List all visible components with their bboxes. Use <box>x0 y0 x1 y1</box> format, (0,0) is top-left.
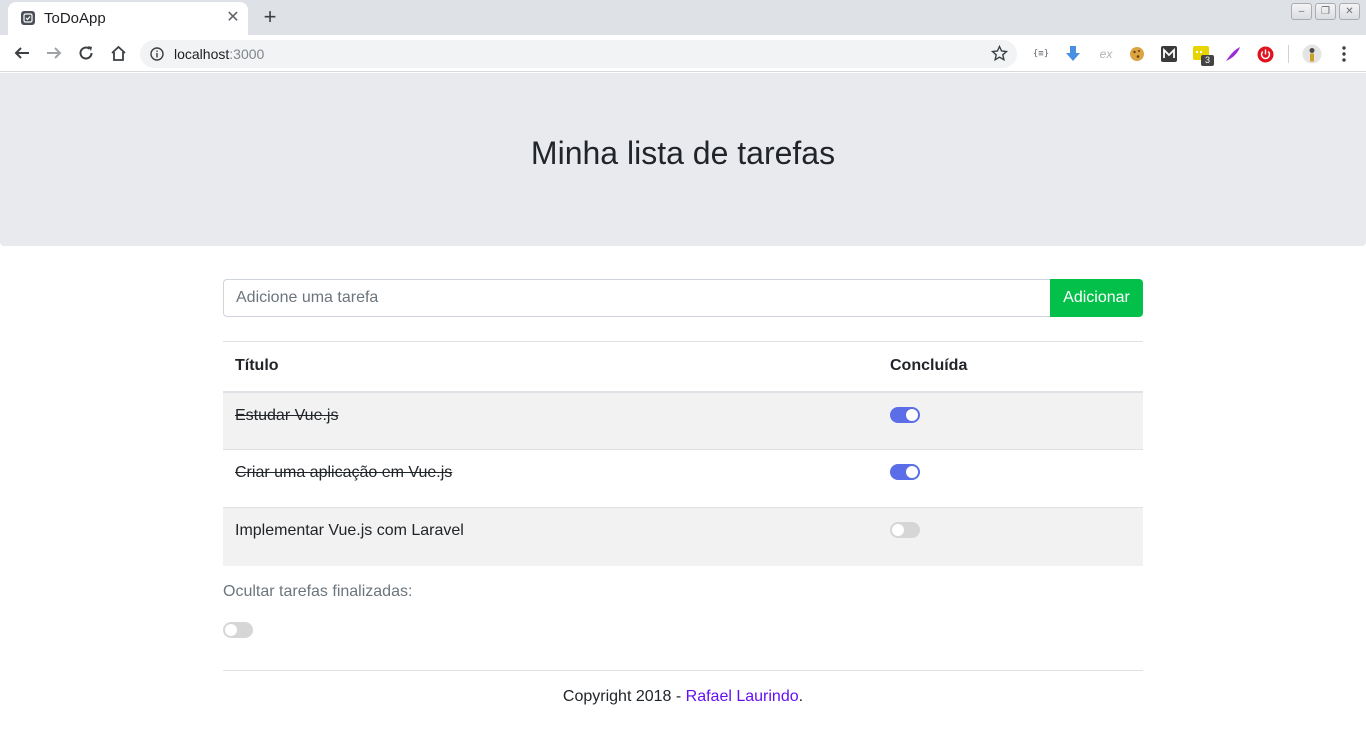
feather-extension-icon[interactable] <box>1223 44 1243 64</box>
toggle-knob <box>225 624 237 636</box>
hide-finished-label: Ocultar tarefas finalizadas: <box>223 583 413 600</box>
column-header-title: Título <box>223 341 878 393</box>
add-task-form: Adicionar <box>223 279 1143 317</box>
table-header-row: Título Concluída <box>223 341 1143 393</box>
task-table: Título Concluída Estudar Vue.js Criar um… <box>223 341 1143 566</box>
task-done-toggle[interactable] <box>890 522 920 538</box>
browser-tabstrip: ToDoApp ✕ + – ❐ ✕ <box>0 0 1366 35</box>
footer-divider <box>223 670 1143 671</box>
window-controls: – ❐ ✕ <box>1291 3 1360 20</box>
menu-kebab-icon[interactable] <box>1334 44 1354 64</box>
toggle-knob <box>892 524 904 536</box>
address-bar[interactable]: localhost:3000 <box>140 40 1017 68</box>
page-title: Minha lista de tarefas <box>530 135 836 171</box>
json-extension-icon[interactable]: {≡} <box>1031 44 1051 64</box>
bookmark-star-icon[interactable] <box>990 44 1009 67</box>
footer: Copyright 2018 - Rafael Laurindo. <box>223 688 1143 706</box>
browser-tab[interactable]: ToDoApp ✕ <box>8 2 248 35</box>
task-title: Criar uma aplicação em Vue.js <box>235 464 453 481</box>
jumbotron-header: Minha lista de tarefas <box>0 73 1366 246</box>
forward-arrow-icon[interactable] <box>40 39 68 67</box>
notes-extension-icon[interactable]: 3 <box>1191 44 1214 66</box>
task-done-toggle[interactable] <box>890 464 920 480</box>
checkbox-favicon-icon <box>21 11 35 25</box>
close-window-icon[interactable]: ✕ <box>1339 3 1360 20</box>
copyright-text: Copyright 2018 - <box>562 688 686 705</box>
reload-icon[interactable] <box>72 39 100 67</box>
task-title: Implementar Vue.js com Laravel <box>235 522 464 539</box>
task-input[interactable] <box>223 279 1051 317</box>
home-icon[interactable] <box>104 39 132 67</box>
notes-badge: 3 <box>1201 55 1214 66</box>
new-tab-icon[interactable]: + <box>258 5 282 29</box>
url-port: :3000 <box>229 46 265 62</box>
column-header-done: Concluída <box>878 341 1143 393</box>
table-row: Criar uma aplicação em Vue.js <box>223 449 1143 508</box>
back-arrow-icon[interactable] <box>8 39 36 67</box>
table-row: Implementar Vue.js com Laravel <box>223 507 1143 566</box>
toggle-knob <box>906 408 918 421</box>
profile-avatar-icon[interactable] <box>1302 44 1322 64</box>
task-title: Estudar Vue.js <box>235 406 339 424</box>
cookie-extension-icon[interactable] <box>1127 44 1147 64</box>
footer-period: . <box>798 688 804 705</box>
minimize-window-icon[interactable]: – <box>1291 3 1312 20</box>
url-text: localhost:3000 <box>174 46 264 62</box>
browser-toolbar: localhost:3000 {≡} ex 3 <box>0 35 1366 72</box>
info-icon[interactable] <box>150 47 164 66</box>
task-done-cell <box>878 391 1143 450</box>
hide-finished-toggle[interactable] <box>223 622 253 638</box>
task-done-cell <box>878 449 1143 508</box>
task-title-cell: Implementar Vue.js com Laravel <box>223 507 878 566</box>
author-link[interactable]: Rafael Laurindo <box>686 688 799 705</box>
table-row: Estudar Vue.js <box>223 391 1143 450</box>
restore-window-icon[interactable]: ❐ <box>1315 3 1336 20</box>
task-title-cell: Criar uma aplicação em Vue.js <box>223 449 878 508</box>
main-container: Adicionar Título Concluída Estudar Vue.j… <box>223 279 1143 705</box>
task-done-cell <box>878 507 1143 566</box>
task-title-cell: Estudar Vue.js <box>223 391 878 450</box>
ex-extension-icon[interactable]: ex <box>1096 44 1116 64</box>
toolbar-separator <box>1288 45 1289 63</box>
toggle-knob <box>906 466 918 478</box>
m-extension-icon[interactable] <box>1159 44 1179 64</box>
add-task-button[interactable]: Adicionar <box>1050 279 1143 317</box>
close-tab-icon[interactable]: ✕ <box>223 8 243 28</box>
power-extension-icon[interactable] <box>1255 44 1275 64</box>
url-host: localhost <box>174 46 230 62</box>
download-extension-icon[interactable] <box>1063 44 1083 64</box>
tab-title: ToDoApp <box>44 10 106 27</box>
task-done-toggle[interactable] <box>890 406 920 423</box>
